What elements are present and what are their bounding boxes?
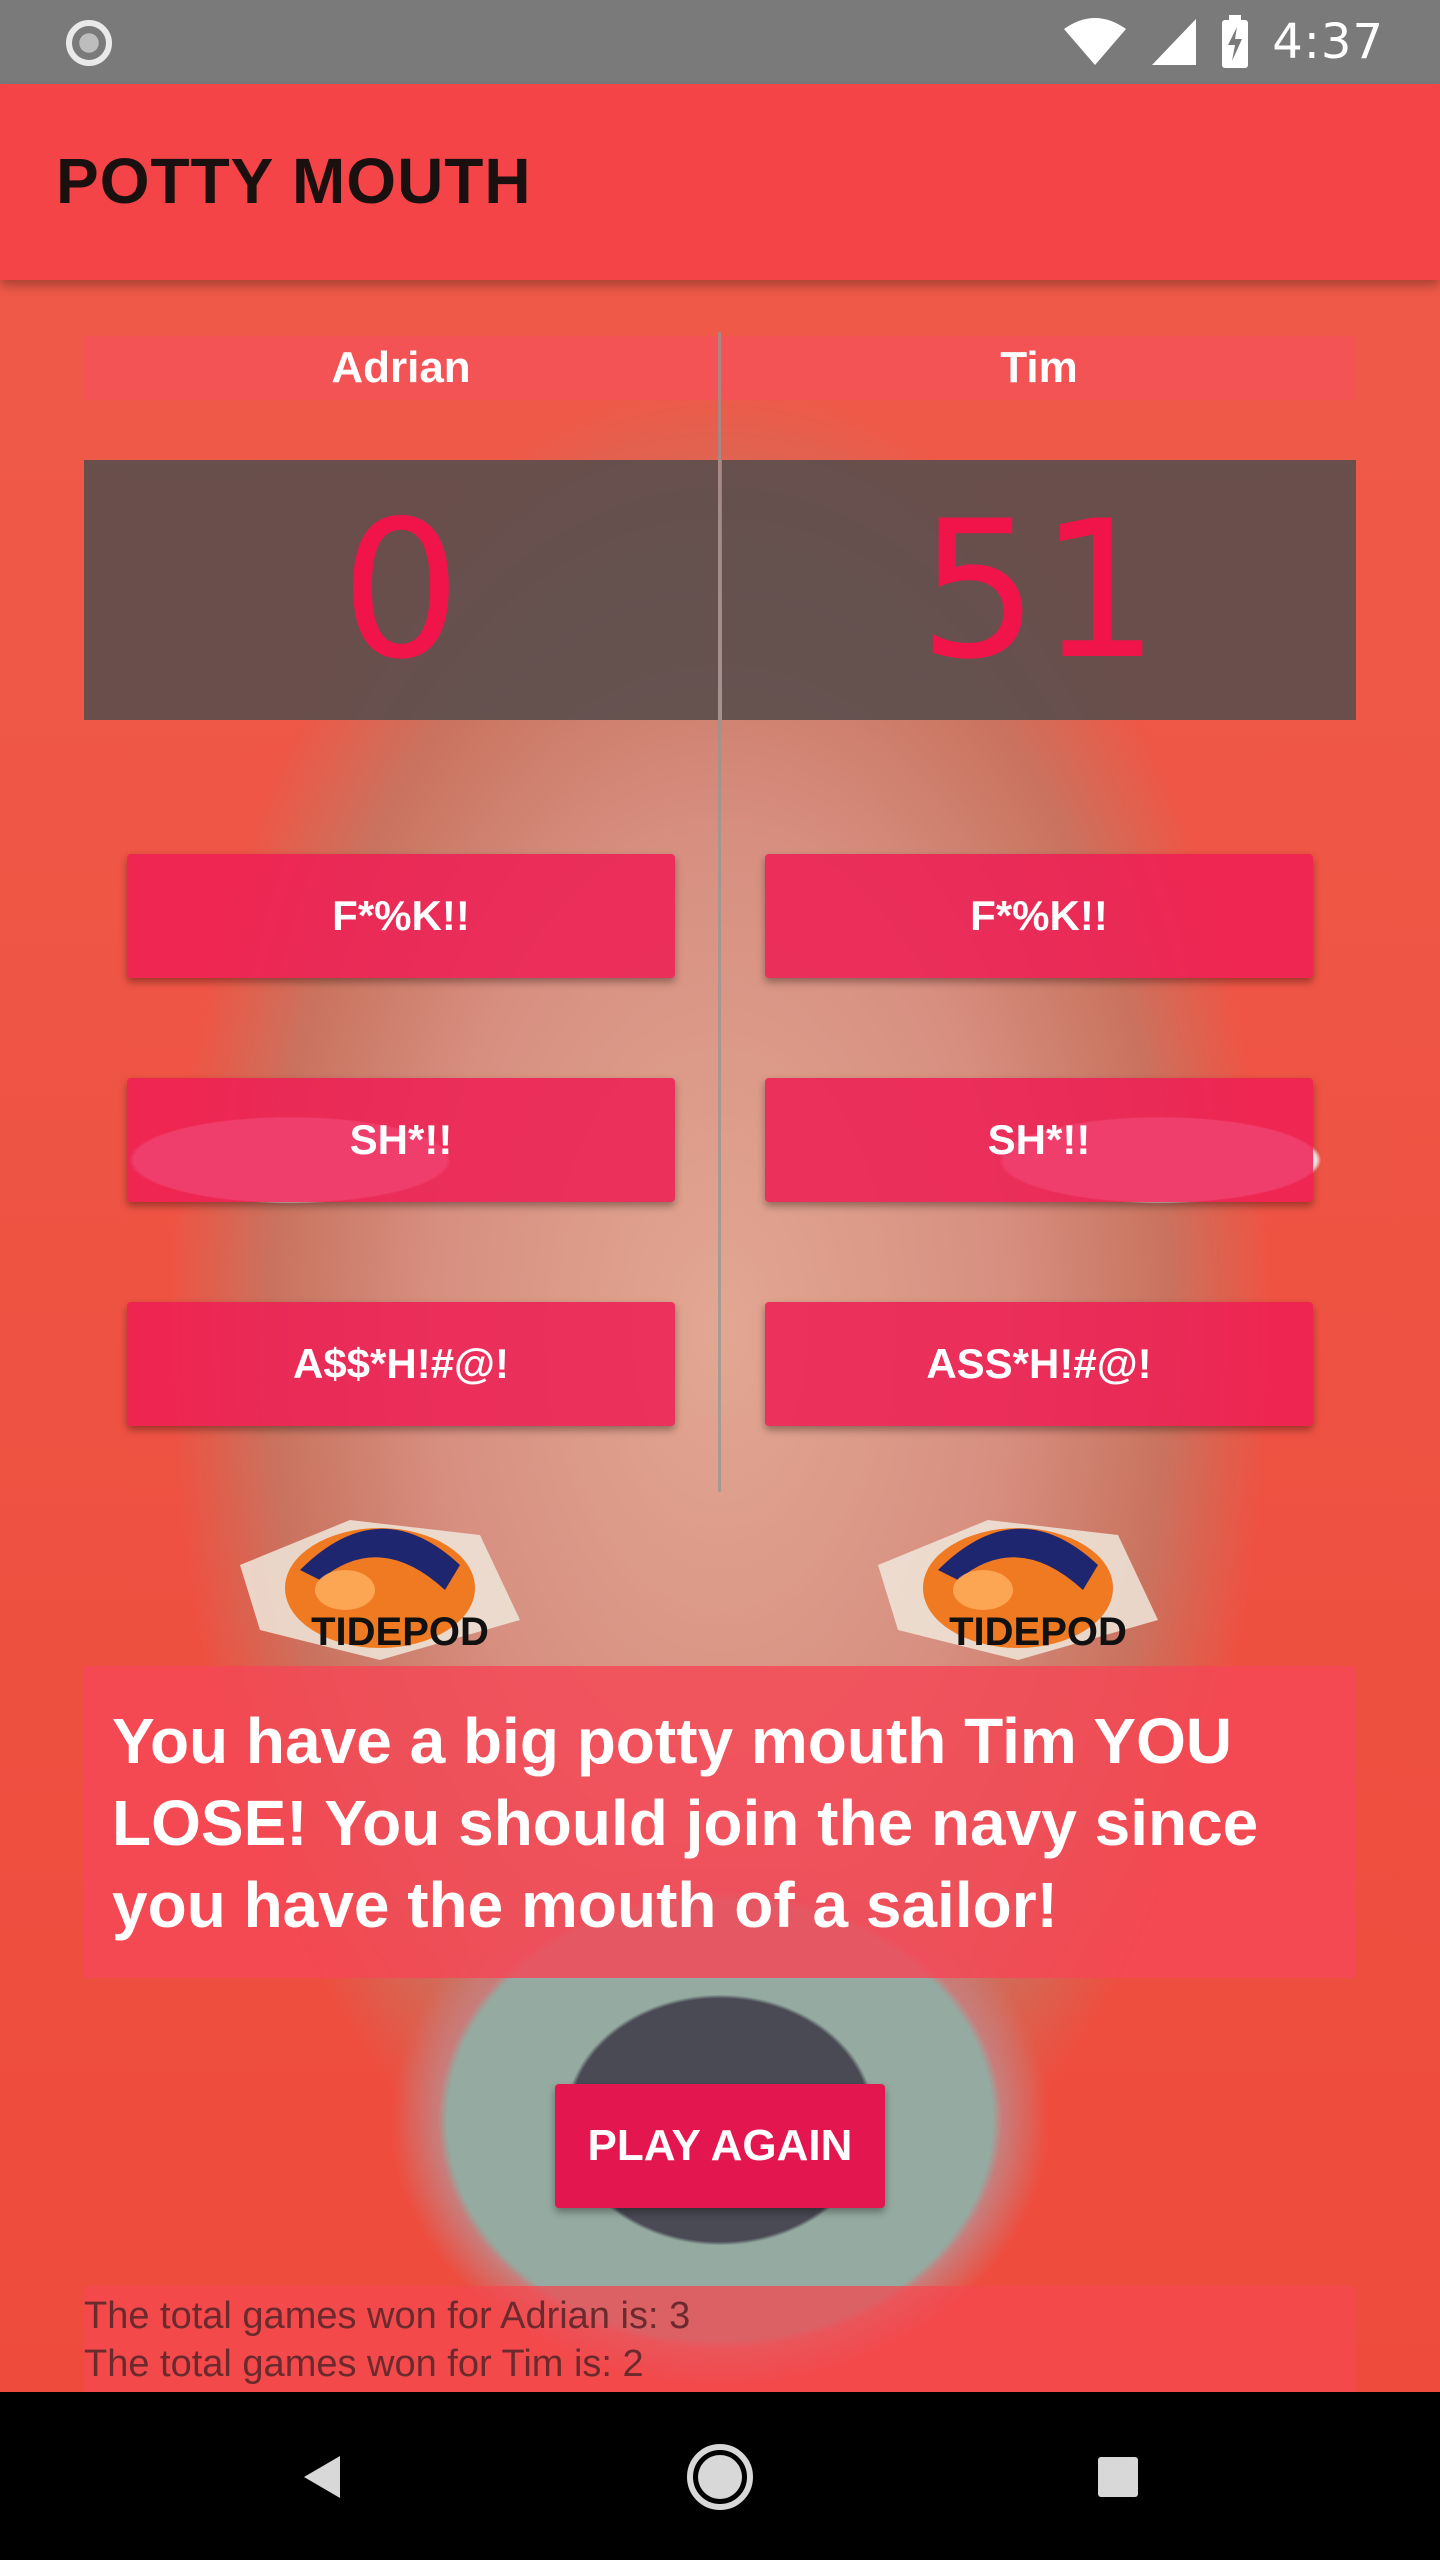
wifi-icon xyxy=(1064,18,1127,65)
totals-tim: The total games won for Tim is: 2 xyxy=(84,2343,644,2385)
battery-charging-icon xyxy=(1222,15,1249,68)
tidepod-adrian: TIDEPOD xyxy=(230,1510,530,1660)
tim-curse-button-3[interactable]: ASS*H!#@! xyxy=(765,1302,1313,1426)
recents-button[interactable] xyxy=(1073,2432,1163,2522)
player-name-adrian: Adrian xyxy=(84,336,718,400)
navigation-bar xyxy=(0,2392,1440,2560)
back-icon xyxy=(304,2456,340,2498)
score-adrian: 0 xyxy=(84,460,718,720)
back-button[interactable] xyxy=(277,2432,367,2522)
totals-adrian: The total games won for Adrian is: 3 xyxy=(84,2295,691,2337)
home-icon xyxy=(687,2444,753,2510)
status-icons: 4:37 xyxy=(1062,0,1384,84)
result-message: You have a big potty mouth Tim YOU LOSE!… xyxy=(112,1705,1259,1941)
tidepod-label-adrian: TIDEPOD xyxy=(311,1610,489,1654)
game-content: Adrian Tim 0 51 F*%K!! F*%K!! SH*!! SH*!… xyxy=(0,280,1440,2392)
loading-spinner-icon xyxy=(66,20,112,66)
result-message-box: You have a big potty mouth Tim YOU LOSE!… xyxy=(84,1666,1356,1978)
cell-signal-icon xyxy=(1152,19,1197,65)
tim-curse-button-2[interactable]: SH*!! xyxy=(765,1078,1313,1202)
column-divider xyxy=(718,332,721,1492)
tim-curse-button-1[interactable]: F*%K!! xyxy=(765,854,1313,978)
play-again-button[interactable]: PLAY AGAIN xyxy=(555,2084,885,2208)
score-tim: 51 xyxy=(722,460,1356,720)
app-title: POTTY MOUTH xyxy=(56,145,532,217)
adrian-curse-button-2[interactable]: SH*!! xyxy=(127,1078,675,1202)
tidepod-tim: TIDEPOD xyxy=(868,1510,1168,1660)
adrian-curse-button-3[interactable]: A$$*H!#@! xyxy=(127,1302,675,1426)
tidepod-label-tim: TIDEPOD xyxy=(949,1610,1127,1654)
app-bar: POTTY MOUTH xyxy=(0,84,1440,280)
totals-box: The total games won for Adrian is: 3 The… xyxy=(84,2286,1356,2392)
status-bar: 4:37 xyxy=(0,0,1440,84)
home-button[interactable] xyxy=(675,2432,765,2522)
recents-icon xyxy=(1098,2457,1138,2497)
status-time: 4:37 xyxy=(1272,14,1384,70)
adrian-curse-button-1[interactable]: F*%K!! xyxy=(127,854,675,978)
player-name-tim: Tim xyxy=(722,336,1356,400)
